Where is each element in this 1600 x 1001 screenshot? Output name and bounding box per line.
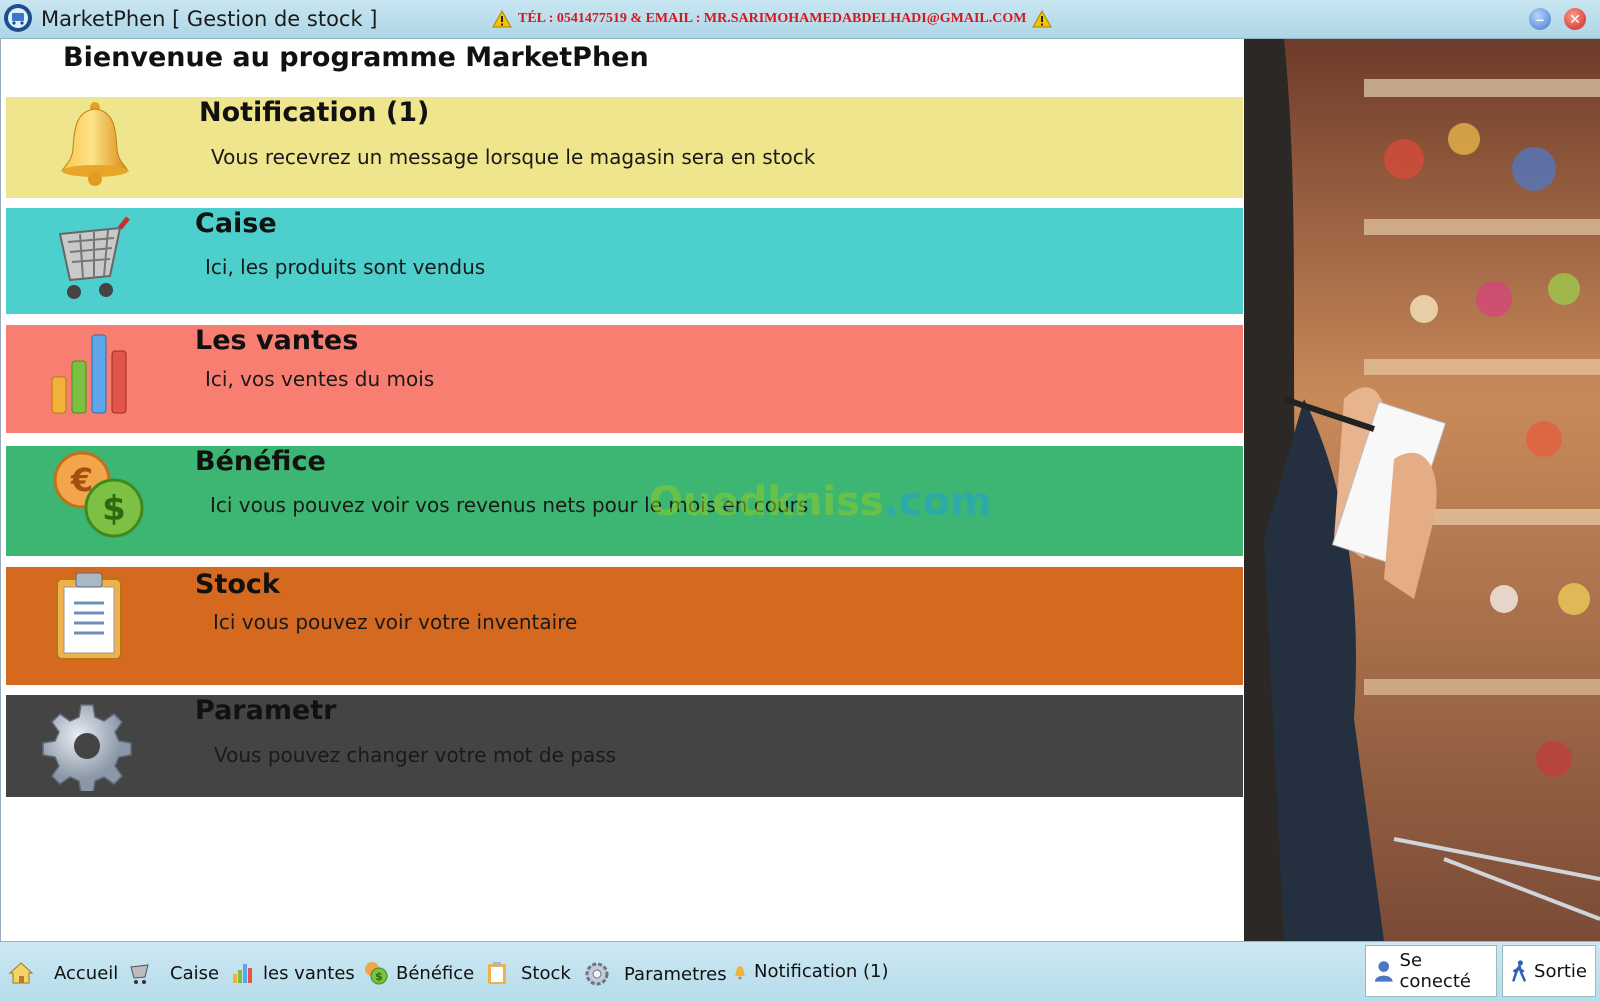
svg-text:$: $	[102, 489, 126, 529]
currency-coins-icon: € $	[53, 451, 144, 538]
photo-illustration	[1244, 39, 1600, 941]
taskbar-label: Bénéfice	[396, 962, 475, 984]
watermark-part: .com	[883, 479, 992, 525]
clipboard-icon	[488, 962, 506, 984]
home-icon	[8, 962, 34, 984]
svg-text:$: $	[375, 970, 383, 983]
chart-icon	[233, 964, 252, 983]
taskbar: Accueil Caise les vantes $ Bénéfice Stoc…	[0, 941, 1600, 1001]
taskbar-stock[interactable]: Stock	[487, 961, 571, 985]
gear-icon	[42, 704, 132, 791]
taskbar-label: Parametres	[624, 963, 727, 985]
bell-icon	[735, 965, 745, 979]
supermarket-photo	[1244, 39, 1600, 941]
contact-info: TÉL : 0541477519 & EMAIL : MR.SARIMOHAME…	[492, 10, 1053, 28]
taskbar-ventes[interactable]: les vantes	[231, 961, 355, 985]
taskbar-notification[interactable]: Notification (1)	[734, 961, 889, 982]
ventes-card[interactable]: Les vantes Ici, vos ventes du mois	[6, 325, 1243, 433]
user-icon	[1374, 961, 1393, 982]
connect-label: Se conecté	[1399, 950, 1471, 992]
clipboard-icon	[56, 572, 122, 660]
contact-text: TÉL : 0541477519 & EMAIL : MR.SARIMOHAME…	[518, 11, 1027, 26]
minimize-button[interactable]: –	[1529, 8, 1551, 30]
watermark: Ouedkniss.com	[649, 479, 992, 525]
card-title: Notification (1)	[199, 97, 430, 128]
card-title: Parametr	[195, 695, 337, 726]
walking-person-icon	[1512, 960, 1526, 982]
card-description: Ici, les produits sont vendus	[205, 255, 486, 279]
card-title: Caise	[195, 208, 277, 239]
card-title: Les vantes	[195, 325, 359, 356]
minimize-icon: –	[1536, 11, 1544, 27]
card-title: Stock	[195, 569, 280, 600]
taskbar-label: Notification (1)	[754, 961, 889, 982]
taskbar-benefice[interactable]: $ Bénéfice	[364, 961, 474, 985]
taskbar-parametres[interactable]: Parametres	[584, 961, 727, 987]
exit-label: Sortie	[1534, 960, 1587, 982]
card-title: Bénéfice	[195, 446, 326, 477]
gear-icon	[585, 962, 609, 986]
watermark-part: Ouedkniss	[649, 479, 884, 525]
taskbar-label: Accueil	[54, 962, 119, 984]
shopping-cart-icon	[58, 216, 130, 299]
warning-icon	[492, 10, 512, 28]
title-bar: MarketPhen [ Gestion de stock ] TÉL : 05…	[0, 0, 1600, 39]
close-icon: ✕	[1569, 11, 1581, 27]
welcome-heading: Bienvenue au programme MarketPhen	[63, 42, 649, 73]
bar-chart-icon	[51, 334, 127, 414]
notification-card[interactable]: Notification (1) Vous recevrez un messag…	[6, 97, 1243, 198]
taskbar-caise[interactable]: Caise	[128, 961, 219, 985]
cart-icon	[130, 964, 149, 984]
close-button[interactable]: ✕	[1564, 8, 1586, 30]
card-description: Vous pouvez changer votre mot de pass	[214, 743, 617, 767]
main-panel: Bienvenue au programme MarketPhen Notifi…	[0, 39, 1244, 941]
benefice-card[interactable]: € $ Bénéfice Ici vous pouvez voir vos re…	[6, 446, 1243, 556]
coins-icon: $	[365, 962, 388, 985]
taskbar-accueil[interactable]: Accueil	[8, 961, 118, 985]
card-description: Ici vous pouvez voir votre inventaire	[213, 610, 578, 634]
app-logo-icon	[4, 4, 32, 32]
card-description: Ici, vos ventes du mois	[205, 367, 435, 391]
stock-card[interactable]: Stock Ici vous pouvez voir votre inventa…	[6, 567, 1243, 685]
taskbar-label: Stock	[521, 962, 571, 984]
card-description: Vous recevrez un message lorsque le maga…	[211, 145, 816, 169]
exit-button[interactable]: Sortie	[1502, 945, 1596, 997]
window-title: MarketPhen [ Gestion de stock ]	[41, 7, 378, 31]
bell-icon	[61, 102, 129, 186]
connect-button[interactable]: Se conecté	[1365, 945, 1497, 997]
parametr-card[interactable]: Parametr Vous pouvez changer votre mot d…	[6, 695, 1243, 797]
caise-card[interactable]: Caise Ici, les produits sont vendus	[6, 208, 1243, 314]
warning-icon	[1032, 10, 1053, 28]
taskbar-label: Caise	[170, 962, 220, 984]
taskbar-label: les vantes	[263, 962, 355, 984]
